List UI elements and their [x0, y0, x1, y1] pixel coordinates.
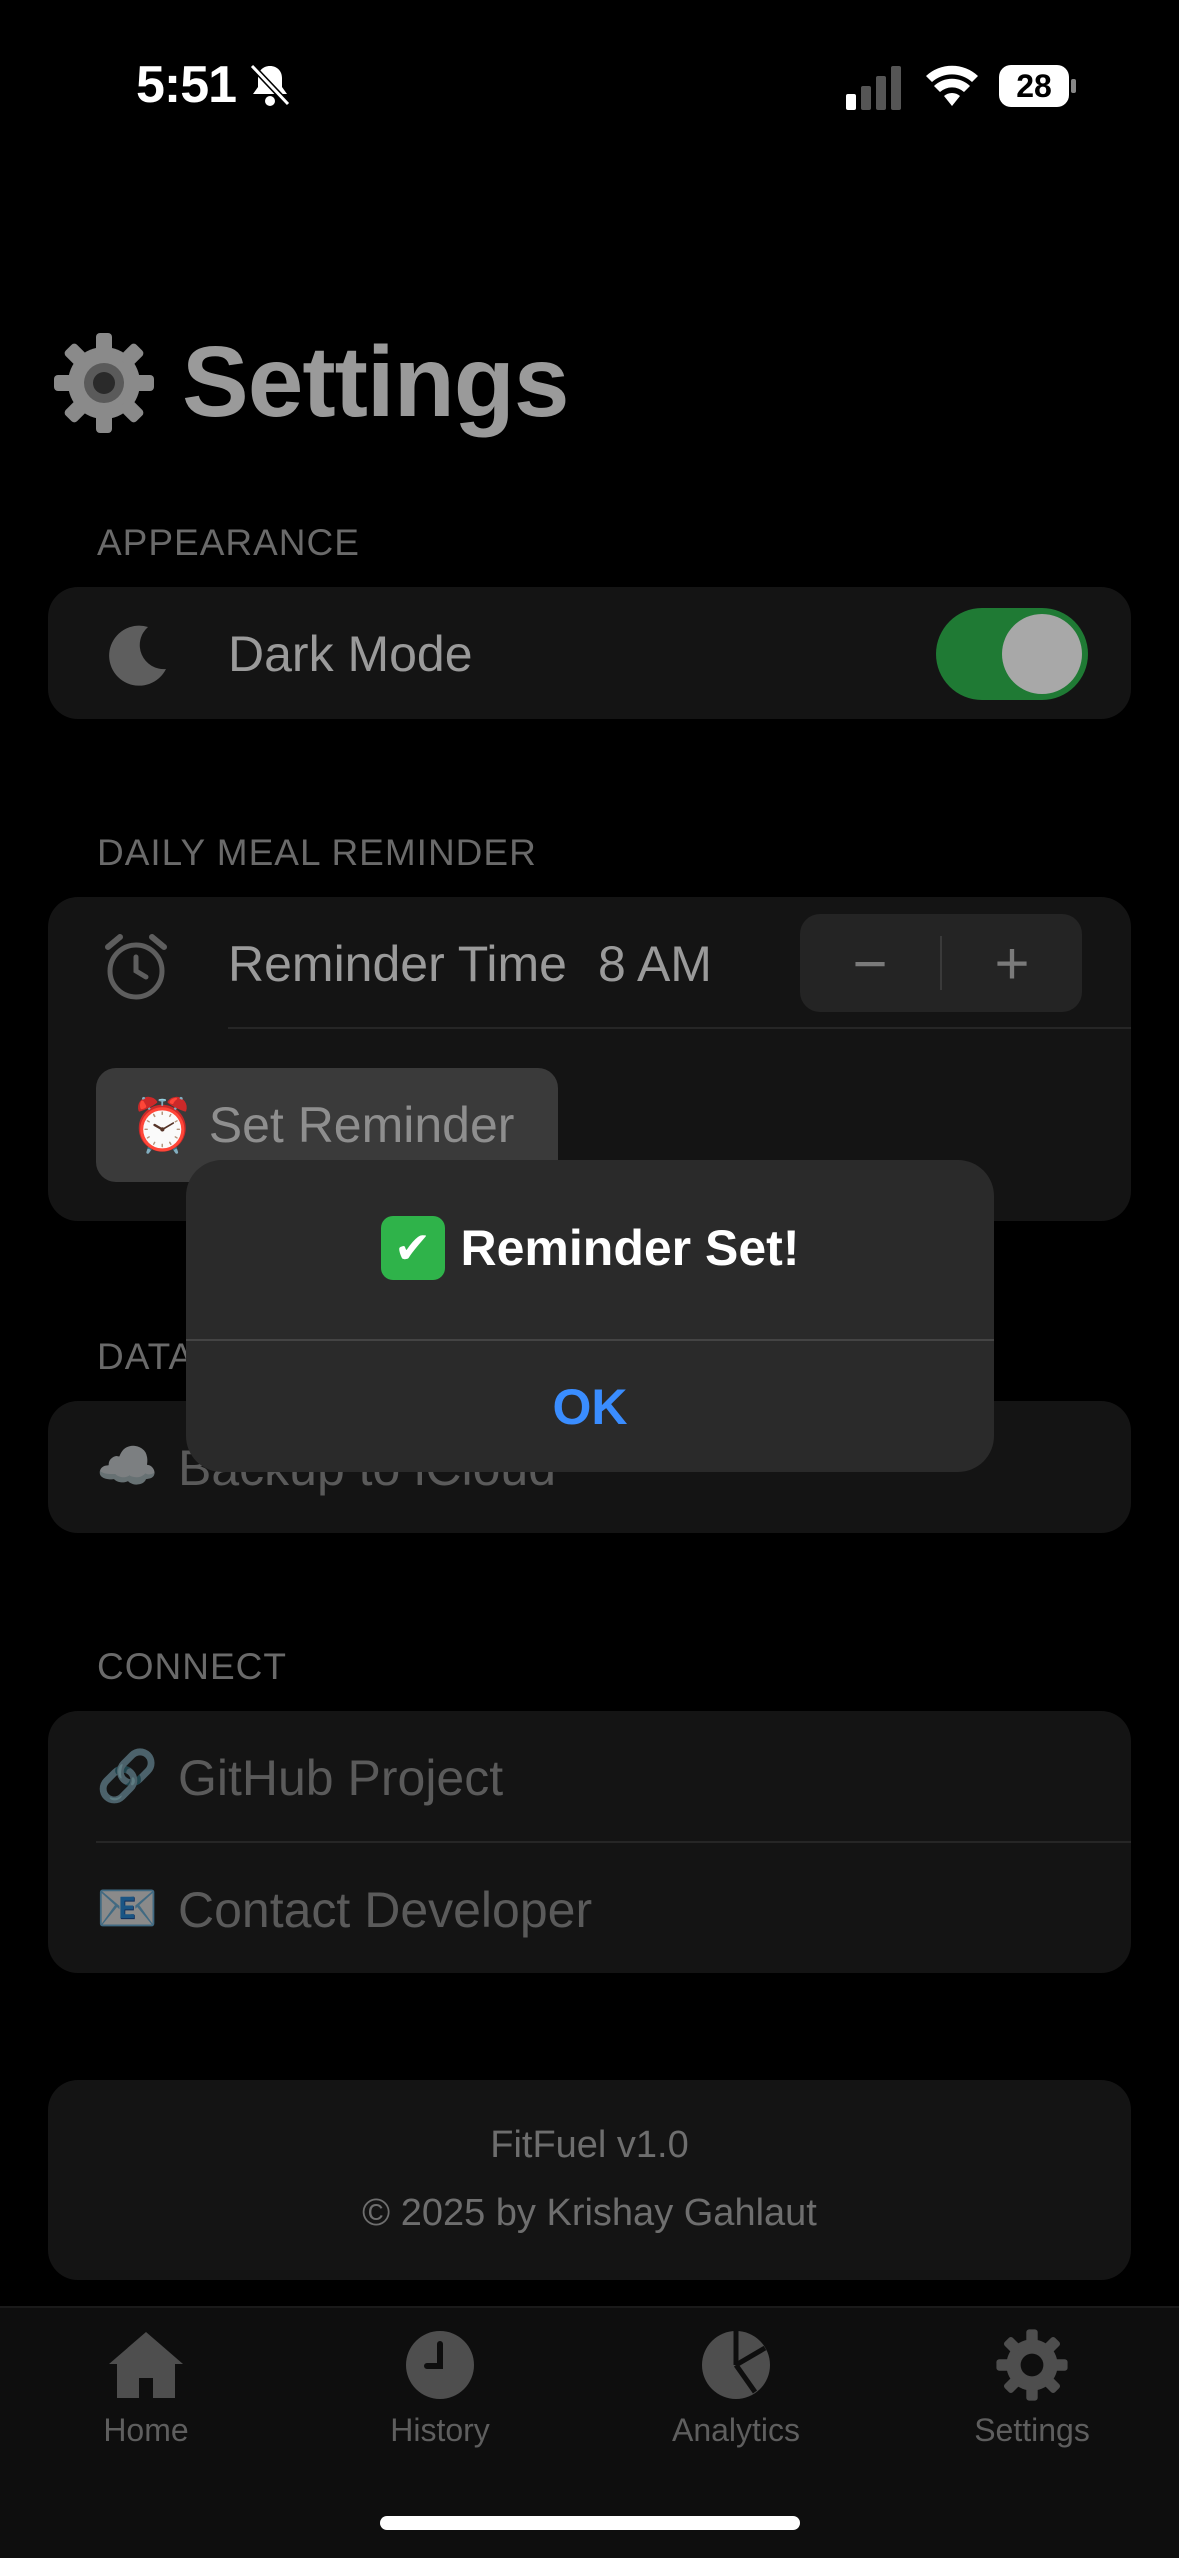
- section-label-data: DATA: [97, 1336, 195, 1377]
- page-title-text: Settings: [182, 326, 569, 438]
- reminder-time-stepper[interactable]: − +: [800, 914, 1082, 1012]
- increment-button[interactable]: +: [942, 914, 1082, 1012]
- reminder-time-value: 8 AM: [598, 936, 712, 992]
- row-divider: [228, 1027, 1131, 1029]
- check-mark-icon: ✔: [380, 1216, 445, 1280]
- alert-message: ✔ Reminder Set!: [186, 1216, 994, 1280]
- cloud-icon: ☁️: [96, 1438, 159, 1494]
- wifi-icon: [926, 65, 978, 106]
- gear-icon: [54, 332, 154, 433]
- dark-mode-toggle[interactable]: [936, 608, 1088, 700]
- envelope-icon: 📧: [96, 1880, 159, 1936]
- page-title: Settings: [52, 325, 569, 440]
- alarm-clock-emoji-icon: ⏰: [130, 1096, 195, 1155]
- status-time: 5:51: [136, 56, 237, 114]
- github-project-label: GitHub Project: [178, 1750, 504, 1806]
- clock-icon: [406, 2331, 474, 2399]
- alarm-clock-icon: [105, 934, 167, 1000]
- app-info-card: FitFuel v1.0 © 2025 by Krishay Gahlaut: [48, 2080, 1131, 2280]
- copyright: © 2025 by Krishay Gahlaut: [362, 2192, 817, 2234]
- moon-icon: [109, 625, 166, 686]
- alert-ok-button[interactable]: OK: [186, 1341, 994, 1472]
- contact-developer-label: Contact Developer: [178, 1882, 593, 1938]
- tab-analytics[interactable]: Analytics: [636, 2328, 836, 2449]
- reminder-set-alert: ✔ Reminder Set! OK: [186, 1160, 994, 1472]
- contact-developer-row[interactable]: 📧 Contact Developer: [48, 1843, 1131, 1973]
- battery-level: 28: [1016, 68, 1052, 104]
- house-icon: [109, 2332, 183, 2398]
- section-label-connect: CONNECT: [97, 1646, 287, 1687]
- alert-message-text: Reminder Set!: [460, 1220, 800, 1276]
- home-indicator: [380, 2516, 800, 2530]
- reminder-time-label: Reminder Time: [228, 936, 567, 992]
- pie-chart-icon: [702, 2331, 770, 2399]
- link-icon: 🔗: [96, 1748, 159, 1804]
- bell-slash-icon: [249, 63, 291, 107]
- connect-card: 🔗 GitHub Project 📧 Contact Developer: [48, 1711, 1131, 1973]
- app-version: FitFuel v1.0: [490, 2124, 689, 2166]
- dark-mode-label: Dark Mode: [228, 626, 473, 682]
- decrement-button[interactable]: −: [800, 914, 940, 1012]
- set-reminder-label: Set Reminder: [208, 1097, 515, 1153]
- tab-history-label: History: [390, 2412, 490, 2448]
- gear-icon: [996, 2329, 1068, 2401]
- github-project-row[interactable]: 🔗 GitHub Project: [48, 1711, 1131, 1841]
- tab-home[interactable]: Home: [46, 2328, 246, 2449]
- tab-history[interactable]: History: [340, 2328, 540, 2449]
- battery-icon: 28: [998, 64, 1076, 108]
- tab-home-label: Home: [103, 2412, 189, 2448]
- tab-settings-label: Settings: [974, 2412, 1090, 2448]
- tab-settings[interactable]: Settings: [932, 2328, 1132, 2449]
- section-label-reminder: DAILY MEAL REMINDER: [97, 832, 537, 873]
- section-label-appearance: APPEARANCE: [97, 522, 360, 563]
- tab-analytics-label: Analytics: [671, 2412, 801, 2448]
- cellular-signal-icon: [846, 66, 901, 110]
